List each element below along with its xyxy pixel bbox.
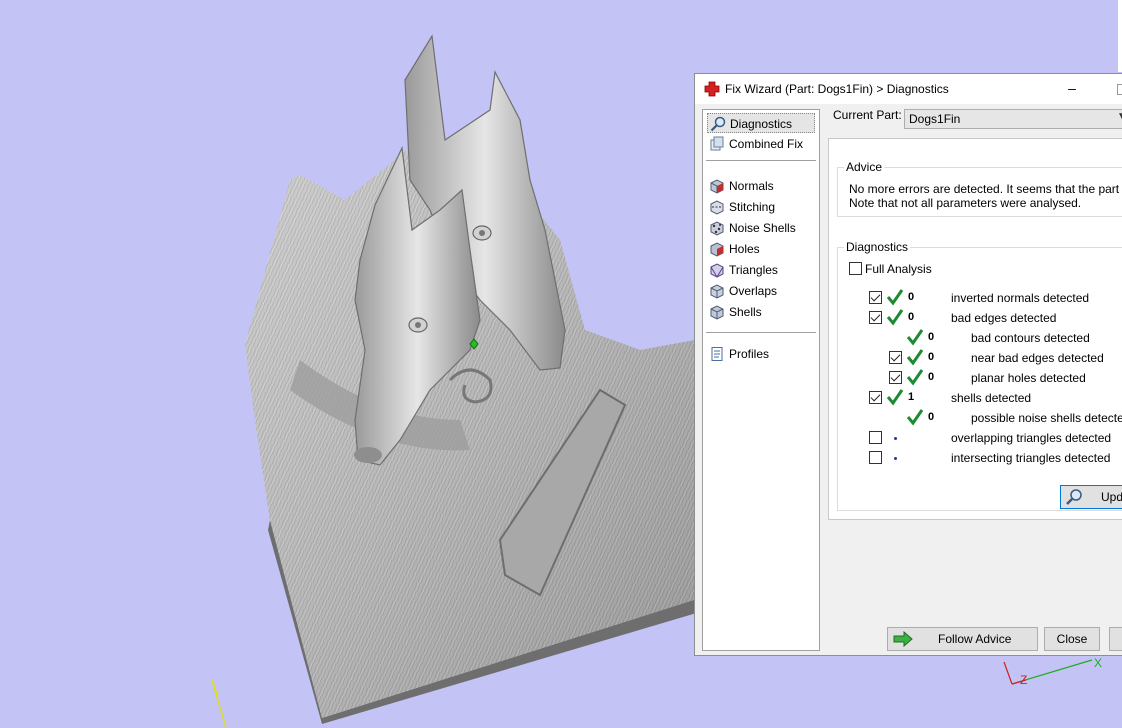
check-icon <box>886 309 904 326</box>
nav-item-profiles[interactable]: Profiles <box>707 344 815 364</box>
update-button-label: Upda <box>1101 490 1122 504</box>
intersecting-triangles-checkbox[interactable] <box>869 451 882 464</box>
current-part-select[interactable]: Dogs1Fin <box>904 109 1122 129</box>
maximize-icon <box>1117 84 1122 95</box>
shells-count: 1 <box>908 391 915 403</box>
nav-item-shells[interactable]: Shells <box>707 302 815 322</box>
combined-fix-icon <box>710 136 724 151</box>
nav-item-normals[interactable]: Normals <box>707 176 815 196</box>
advice-group: Advice No more errors are detected. It s… <box>837 160 1122 217</box>
axis-z-label: Z <box>1020 673 1027 687</box>
near-bad-edges-count: 0 <box>928 351 935 363</box>
overlaps-icon <box>710 284 724 299</box>
advice-title: Advice <box>844 160 885 174</box>
noise-shells-label: possible noise shells detected <box>971 411 1122 425</box>
minimize-icon: – <box>1068 80 1076 96</box>
bad-edges-checkbox[interactable] <box>869 311 882 324</box>
axis-x-label: X <box>1094 656 1102 670</box>
maximize-button[interactable] <box>1105 78 1122 100</box>
normals-cube-icon <box>710 179 724 194</box>
inverted-normals-checkbox[interactable] <box>869 291 882 304</box>
nav-item-stitching[interactable]: Stitching <box>707 197 815 217</box>
inverted-normals-count: 0 <box>908 291 915 303</box>
check-icon <box>906 369 924 386</box>
overlapping-triangles-checkbox[interactable] <box>869 431 882 444</box>
help-button[interactable] <box>1109 627 1122 651</box>
near-bad-edges-checkbox[interactable] <box>889 351 902 364</box>
triangles-icon <box>710 263 724 278</box>
nav-label: Noise Shells <box>729 221 796 235</box>
shells-checkbox[interactable] <box>869 391 882 404</box>
magnifier-icon <box>710 116 726 132</box>
shells-label: shells detected <box>951 391 1032 405</box>
diagnostics-panel: Advice No more errors are detected. It s… <box>828 138 1122 520</box>
nav-label: Normals <box>729 179 774 193</box>
holes-icon <box>710 242 724 257</box>
profiles-icon <box>711 347 723 361</box>
check-icon <box>886 389 904 406</box>
screen-edge-strip <box>1118 0 1122 72</box>
pending-dot-icon <box>894 437 897 440</box>
close-button[interactable]: Close <box>1044 627 1100 651</box>
advice-text-line-2: Note that not all parameters were analys… <box>849 196 1082 210</box>
arrow-right-icon <box>893 631 913 647</box>
full-analysis-checkbox[interactable] <box>849 262 862 275</box>
current-part-label: Current Part: <box>833 108 902 122</box>
minimize-button[interactable]: – <box>1057 78 1087 100</box>
nav-label: Profiles <box>729 347 770 361</box>
check-icon <box>906 349 924 366</box>
fix-wizard-nav: Diagnostics Combined Fix Normals Stitchi… <box>702 109 820 651</box>
bad-contours-count: 0 <box>928 331 935 343</box>
planar-holes-checkbox[interactable] <box>889 371 902 384</box>
nav-label: Holes <box>729 242 760 256</box>
chevron-down-icon[interactable]: ▼ <box>1117 111 1122 122</box>
bad-contours-label: bad contours detected <box>971 331 1090 345</box>
red-cross-icon <box>704 81 720 97</box>
diagnostics-group: Diagnostics Full Analysis 0 inverted nor… <box>837 240 1122 511</box>
stitching-icon <box>710 200 724 215</box>
inverted-normals-label: inverted normals detected <box>951 291 1090 305</box>
check-icon <box>906 409 924 426</box>
dialog-title: Fix Wizard (Part: Dogs1Fin) > Diagnostic… <box>725 82 949 96</box>
planar-holes-count: 0 <box>928 371 935 383</box>
title-bar[interactable]: Fix Wizard (Part: Dogs1Fin) > Diagnostic… <box>695 74 1122 104</box>
check-icon <box>906 329 924 346</box>
nav-label: Shells <box>729 305 762 319</box>
advice-text-line-1: No more errors are detected. It seems th… <box>849 182 1122 196</box>
intersecting-triangles-label: intersecting triangles detected <box>951 451 1111 465</box>
shells-icon <box>710 305 724 320</box>
pending-dot-icon <box>894 457 897 460</box>
nav-divider <box>706 332 816 333</box>
nav-label: Combined Fix <box>729 137 804 151</box>
fix-wizard-dialog: Fix Wizard (Part: Dogs1Fin) > Diagnostic… <box>694 73 1122 656</box>
nav-item-diagnostics[interactable]: Diagnostics <box>707 113 815 133</box>
dog-relief-model[interactable] <box>245 34 700 724</box>
update-button[interactable]: Upda <box>1060 485 1122 509</box>
nav-divider <box>706 160 816 161</box>
nav-label: Triangles <box>729 263 778 277</box>
noise-shells-icon <box>710 221 724 236</box>
follow-advice-button[interactable]: Follow Advice <box>887 627 1038 651</box>
diagnostics-title: Diagnostics <box>844 240 911 254</box>
magnifier-icon <box>1066 489 1082 505</box>
nav-label: Diagnostics <box>730 117 793 131</box>
overlapping-triangles-label: overlapping triangles detected <box>951 431 1112 445</box>
near-bad-edges-label: near bad edges detected <box>971 351 1104 365</box>
bad-edges-count: 0 <box>908 311 915 323</box>
full-analysis-label: Full Analysis <box>865 262 932 276</box>
nav-label: Overlaps <box>729 284 778 298</box>
nav-item-noise-shells[interactable]: Noise Shells <box>707 218 815 238</box>
nav-item-triangles[interactable]: Triangles <box>707 260 815 280</box>
follow-advice-label: Follow Advice <box>938 632 1012 646</box>
bad-edges-label: bad edges detected <box>951 311 1057 325</box>
nav-item-combined-fix[interactable]: Combined Fix <box>707 134 815 154</box>
nav-item-overlaps[interactable]: Overlaps <box>707 281 815 301</box>
noise-shells-count: 0 <box>928 411 935 423</box>
nav-item-holes[interactable]: Holes <box>707 239 815 259</box>
planar-holes-label: planar holes detected <box>971 371 1086 385</box>
check-icon <box>886 289 904 306</box>
nav-label: Stitching <box>729 200 776 214</box>
